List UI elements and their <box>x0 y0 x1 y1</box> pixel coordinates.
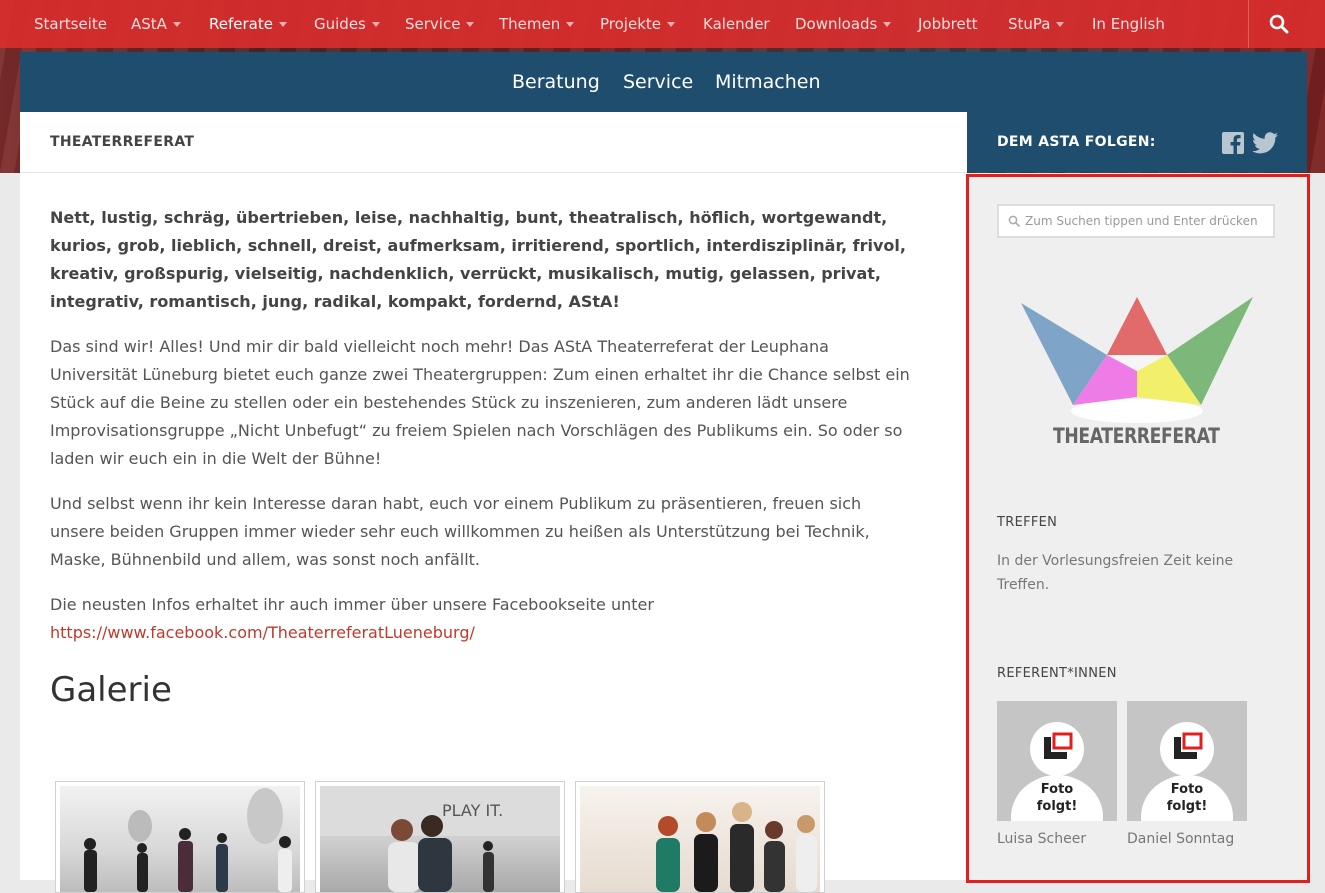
nav-item-stupa[interactable]: StuPa <box>1008 0 1065 48</box>
facebook-link[interactable]: https://www.facebook.com/TheaterreferatL… <box>50 623 475 642</box>
sidebar-search <box>997 204 1275 238</box>
facebook-glyph <box>1230 135 1241 154</box>
facebook-text: Die neusten Infos erhaltet ihr auch imme… <box>50 595 654 614</box>
nav-item-projekte[interactable]: Projekte <box>600 0 675 48</box>
twitter-icon[interactable] <box>1252 132 1278 154</box>
intro-paragraph: Das sind wir! Alles! Und mir dir bald vi… <box>50 337 910 468</box>
nav-item-themen[interactable]: Themen <box>499 0 575 48</box>
gallery-thumbnail-3[interactable] <box>575 781 825 893</box>
treffen-title: TREFFEN <box>997 515 1058 530</box>
caret-down-icon <box>1056 22 1065 27</box>
gallery-image <box>580 786 820 892</box>
photo-placeholder-text: Foto folgt! <box>1166 782 1208 814</box>
referent-card[interactable]: Foto folgt! Luisa Scheer <box>997 701 1117 847</box>
gallery-image <box>60 786 300 892</box>
page-title: THEATERREFERAT <box>50 134 195 150</box>
nav-item-kalender[interactable]: Kalender <box>703 0 770 48</box>
article-body: Nett, lustig, schräg, übertrieben, leise… <box>50 204 918 664</box>
main-content: THEATERREFERAT Nett, lustig, schräg, übe… <box>20 112 967 893</box>
theaterreferat-logo: THEATERREFERAT <box>1017 293 1257 463</box>
follow-label: DEM ASTA FOLGEN: <box>997 134 1156 150</box>
nav-item-service[interactable]: Service <box>405 0 475 48</box>
nav-item-label: Kalender <box>703 15 770 33</box>
nav-item-label: Downloads <box>795 15 878 33</box>
sidebar: THEATERREFERAT TREFFEN In der Vorlesungs… <box>967 173 1307 880</box>
photo-placeholder-text: Foto folgt! <box>1036 782 1078 814</box>
nav-item-label: Themen <box>499 15 561 33</box>
nav-item-label: Guides <box>314 15 366 33</box>
gallery-image: PLAY IT. <box>320 786 560 892</box>
subnav-item-mitmachen[interactable]: Mitmachen <box>715 52 821 112</box>
nav-item-in-english[interactable]: In English <box>1092 0 1165 48</box>
referent-title: REFERENT*INNEN <box>997 666 1117 681</box>
caret-down-icon <box>566 22 575 27</box>
avatar: Foto folgt! <box>997 701 1117 821</box>
subnav-item-beratung[interactable]: Beratung <box>512 52 600 112</box>
nav-search-button[interactable] <box>1248 0 1311 48</box>
nav-item-label: StuPa <box>1008 15 1051 33</box>
referent-name: Daniel Sonntag <box>1127 831 1235 847</box>
facebook-icon[interactable] <box>1222 132 1244 154</box>
nav-item-guides[interactable]: Guides <box>314 0 380 48</box>
support-paragraph: Und selbst wenn ihr kein Interesse daran… <box>50 494 870 569</box>
nav-item-referate[interactable]: Referate <box>209 0 287 48</box>
nav-item-label: Projekte <box>600 15 661 33</box>
sidebar-follow-header: DEM ASTA FOLGEN: <box>967 112 1307 172</box>
nav-item-label: Jobbrett <box>918 15 978 33</box>
search-icon <box>1269 14 1289 34</box>
subnav-item-service[interactable]: Service <box>623 52 693 112</box>
caret-down-icon <box>371 22 380 27</box>
caret-down-icon <box>883 22 892 27</box>
nav-item-downloads[interactable]: Downloads <box>795 0 892 48</box>
twitter-glyph <box>1252 132 1278 154</box>
nav-item-label: In English <box>1092 15 1165 33</box>
performers-photo: PLAY IT. <box>320 786 560 892</box>
logo-wordmark: THEATERREFERAT <box>1053 424 1220 448</box>
treffen-text: In der Vorlesungsfreien Zeit keine Treff… <box>997 553 1234 593</box>
gallery-title: Galerie <box>50 670 172 710</box>
nav-item-jobbrett[interactable]: Jobbrett <box>918 0 977 48</box>
nav-item-startseite[interactable]: Startseite <box>34 0 107 48</box>
sub-navigation: Beratung Service Mitmachen <box>20 52 1307 112</box>
nav-item-label: Service <box>405 15 461 33</box>
caret-down-icon <box>172 22 181 27</box>
page-header: THEATERREFERAT <box>20 112 967 173</box>
performers-photo <box>84 788 292 892</box>
nav-item-label: Startseite <box>34 15 107 33</box>
caret-down-icon <box>466 22 475 27</box>
nav-item-label: Referate <box>209 15 273 33</box>
search-icon <box>1008 215 1020 227</box>
facebook-paragraph: Die neusten Infos erhaltet ihr auch imme… <box>50 591 918 647</box>
gallery-thumbnail-1[interactable] <box>55 781 305 893</box>
caret-down-icon <box>278 22 287 27</box>
referent-card[interactable]: Foto folgt! Daniel Sonntag <box>1127 701 1247 847</box>
performers-photo <box>656 802 817 892</box>
gallery-banner-text: PLAY IT. <box>442 801 503 820</box>
top-navigation: Startseite AStA Referate Guides Service … <box>0 0 1325 48</box>
gallery-thumbnail-2[interactable]: PLAY IT. <box>315 781 565 893</box>
avatar: Foto folgt! <box>1127 701 1247 821</box>
caret-down-icon <box>667 22 675 27</box>
referent-name: Luisa Scheer <box>997 831 1087 847</box>
nav-item-asta[interactable]: AStA <box>131 0 181 48</box>
search-input[interactable] <box>1025 206 1269 236</box>
lead-paragraph: Nett, lustig, schräg, übertrieben, leise… <box>50 208 906 311</box>
nav-item-label: AStA <box>131 15 167 33</box>
